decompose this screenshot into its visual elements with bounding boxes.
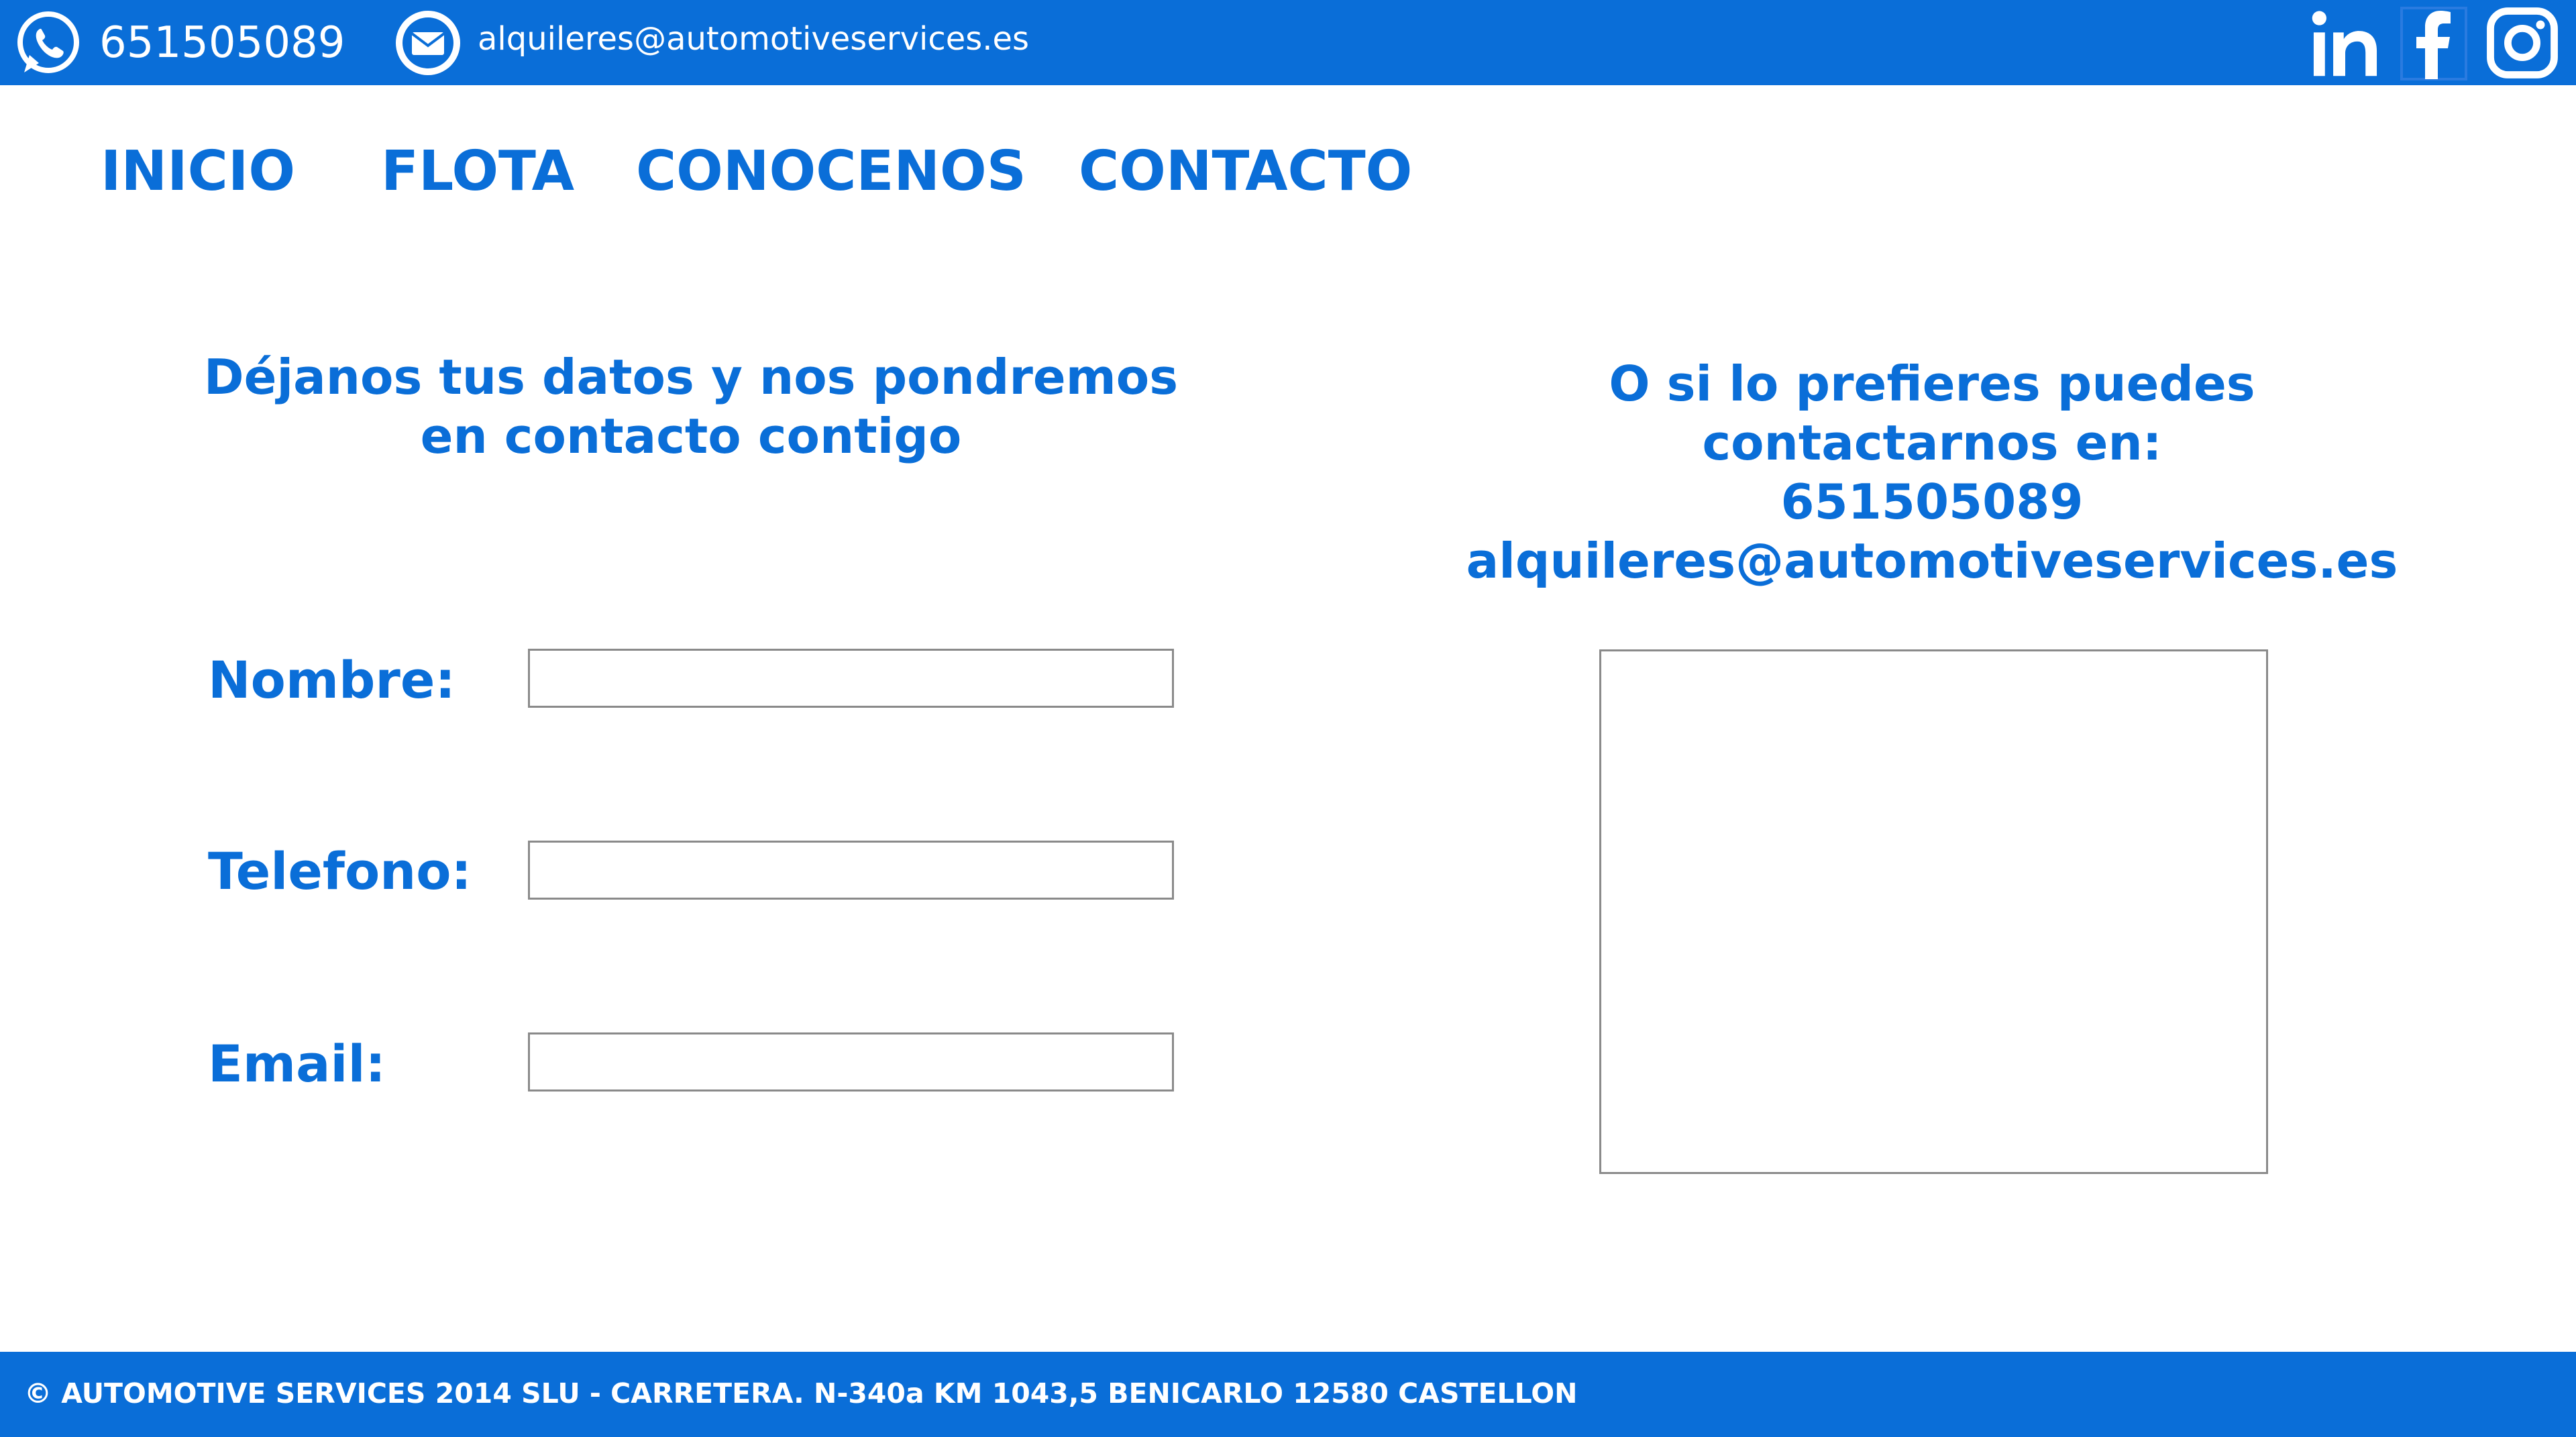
phone-input[interactable] xyxy=(528,841,1174,900)
email-label: Email: xyxy=(208,1034,386,1094)
map-frame[interactable] xyxy=(1599,649,2268,1174)
form-heading-line-1: Déjanos tus datos y nos pondremos xyxy=(203,349,1179,405)
whatsapp-icon[interactable] xyxy=(15,9,82,76)
phone-label: Telefono: xyxy=(208,841,472,901)
mail-icon[interactable] xyxy=(394,9,462,76)
contact-info-line-1: O si lo prefieres puedes xyxy=(1609,356,2255,412)
footer: © AUTOMOTIVE SERVICES 2014 SLU - CARRETE… xyxy=(0,1352,2576,1437)
contact-info-line-2: contactarnos en: xyxy=(1702,415,2162,471)
top-bar: 651505089 alquileres@automotiveservices.… xyxy=(0,0,2576,85)
nav-item-contacto[interactable]: CONTACTO xyxy=(1079,144,1412,199)
contact-info-phone[interactable]: 651505089 xyxy=(1442,472,2422,531)
facebook-icon[interactable] xyxy=(2400,5,2467,81)
form-heading-line-2: en contacto contigo xyxy=(420,408,962,464)
contact-info: O si lo prefieres puedes contactarnos en… xyxy=(1442,354,2422,590)
contact-info-email[interactable]: alquileres@automotiveservices.es xyxy=(1442,531,2422,590)
linkedin-icon[interactable] xyxy=(2308,5,2383,81)
top-phone-number[interactable]: 651505089 xyxy=(99,21,345,64)
nav-item-flota[interactable]: FLOTA xyxy=(381,144,574,199)
name-label: Nombre: xyxy=(208,650,455,710)
form-heading: Déjanos tus datos y nos pondremos en con… xyxy=(161,348,1221,466)
nav-item-conocenos[interactable]: CONOCENOS xyxy=(636,144,1026,199)
email-input[interactable] xyxy=(528,1032,1174,1092)
name-input[interactable] xyxy=(528,649,1174,708)
footer-copyright: © AUTOMOTIVE SERVICES 2014 SLU - CARRETE… xyxy=(24,1377,1578,1409)
instagram-icon[interactable] xyxy=(2486,7,2559,79)
nav-item-inicio[interactable]: INICIO xyxy=(101,144,295,199)
top-email-address[interactable]: alquileres@automotiveservices.es xyxy=(478,23,1029,55)
